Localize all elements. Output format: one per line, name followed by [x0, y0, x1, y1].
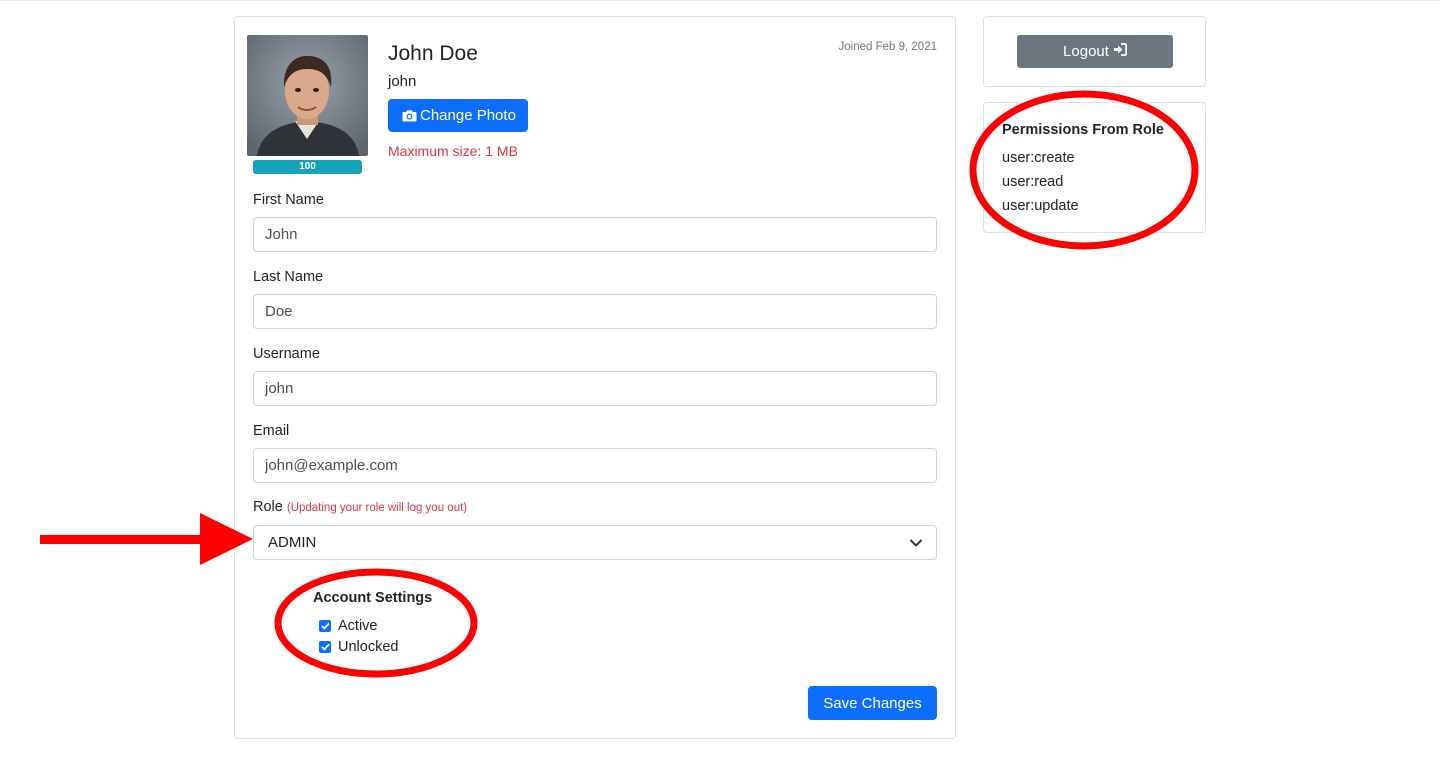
email-input[interactable]	[253, 448, 937, 483]
change-photo-button[interactable]: Change Photo	[388, 99, 528, 132]
active-checkbox[interactable]	[319, 620, 331, 632]
unlocked-checkbox[interactable]	[319, 641, 331, 653]
username-input[interactable]	[253, 371, 937, 406]
role-select[interactable]: ADMIN	[253, 525, 937, 560]
permissions-card: Permissions From Role user:create user:r…	[983, 102, 1206, 233]
permission-item: user:read	[1002, 174, 1064, 190]
last-name-label: Last Name	[253, 269, 324, 285]
logout-label: Logout	[1063, 43, 1109, 60]
sign-in-icon	[1113, 43, 1128, 60]
active-checkbox-row[interactable]: Active	[319, 618, 378, 634]
profile-avatar[interactable]	[247, 35, 368, 156]
logout-button[interactable]: Logout	[1017, 35, 1173, 68]
save-changes-button[interactable]: Save Changes	[808, 686, 937, 720]
permission-item: user:update	[1002, 198, 1079, 214]
email-label: Email	[253, 423, 290, 439]
permission-item: user:create	[1002, 150, 1075, 166]
profile-name: John Doe	[388, 42, 478, 65]
last-name-input[interactable]	[253, 294, 937, 329]
unlocked-label: Unlocked	[338, 639, 399, 655]
annotation-arrow	[40, 513, 253, 565]
first-name-label: First Name	[253, 192, 324, 208]
permissions-title: Permissions From Role	[1002, 122, 1164, 138]
camera-icon	[402, 109, 417, 122]
top-divider	[0, 0, 1440, 1]
chevron-down-icon	[910, 534, 922, 551]
profile-username: john	[388, 73, 417, 90]
profile-card: 100 John Doe john Change Photo Maximum s…	[234, 16, 956, 739]
upload-progress-bar: 100	[253, 160, 362, 174]
upload-progress-fill: 100	[253, 160, 362, 174]
role-label-row: Role (Updating your role will log you ou…	[253, 499, 467, 515]
change-photo-label: Change Photo	[420, 107, 516, 124]
active-label: Active	[338, 618, 378, 634]
role-label: Role	[253, 499, 283, 515]
role-selected-value: ADMIN	[268, 534, 317, 551]
unlocked-checkbox-row[interactable]: Unlocked	[319, 639, 398, 655]
role-warning-note: (Updating your role will log you out)	[286, 502, 468, 514]
username-label: Username	[253, 346, 320, 362]
first-name-input[interactable]	[253, 217, 937, 252]
joined-date: Joined Feb 9, 2021	[838, 41, 937, 53]
max-size-note: Maximum size: 1 MB	[388, 143, 518, 159]
account-settings-title: Account Settings	[313, 590, 433, 606]
logout-card: Logout	[983, 16, 1206, 87]
